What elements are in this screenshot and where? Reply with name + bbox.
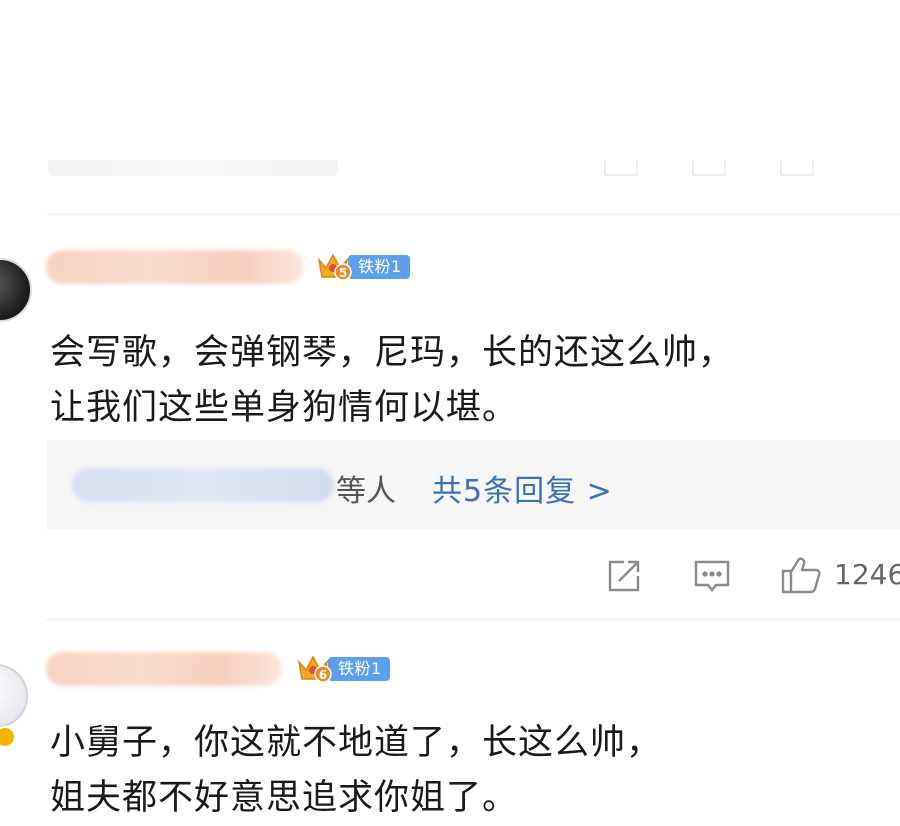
reply-preview-box[interactable]: 等人 共5条回复 > — [46, 440, 900, 530]
comment-text-line: 姐夫都不好意思追求你姐了。 — [50, 778, 519, 818]
comment-text-line: 小舅子，你这就不地道了，长这么帅， — [50, 723, 663, 763]
like-count: 1246 — [834, 558, 900, 591]
fan-badge[interactable]: 6 铁粉1 — [296, 654, 390, 684]
reply-suffix: 等人 — [336, 474, 396, 509]
username-blurred[interactable] — [46, 250, 304, 284]
crown-level-icon: 5 — [316, 250, 354, 284]
view-replies-link[interactable]: 共5条回复 > — [432, 466, 613, 510]
svg-text:6: 6 — [319, 668, 327, 682]
comment-item: 5 铁粉1 会写歌，会弹钢琴，尼玛，长的还这么帅， 让我们这些单身狗情何以堪。 … — [0, 0, 900, 620]
like-icon[interactable] — [780, 554, 821, 594]
reply-usernames-blurred[interactable] — [72, 468, 334, 502]
svg-text:5: 5 — [339, 266, 347, 280]
avatar[interactable] — [0, 664, 28, 728]
fan-badge-label: 铁粉1 — [348, 255, 410, 279]
username-blurred[interactable] — [46, 652, 282, 686]
verified-badge-icon — [0, 726, 16, 748]
comment-text-line: 让我们这些单身狗情何以堪。 — [50, 388, 519, 428]
share-icon[interactable] — [604, 556, 644, 596]
comment-text-line: 会写歌，会弹钢琴，尼玛，长的还这么帅， — [50, 333, 735, 373]
crown-level-icon: 6 — [296, 652, 334, 686]
avatar[interactable] — [0, 258, 32, 322]
fan-badge-label: 铁粉1 — [328, 657, 390, 681]
comment-item: 6 铁粉1 小舅子，你这就不地道了，长这么帅， 姐夫都不好意思追求你姐了。 — [0, 620, 900, 818]
fan-badge[interactable]: 5 铁粉1 — [316, 252, 410, 282]
comment-icon[interactable] — [692, 556, 732, 596]
